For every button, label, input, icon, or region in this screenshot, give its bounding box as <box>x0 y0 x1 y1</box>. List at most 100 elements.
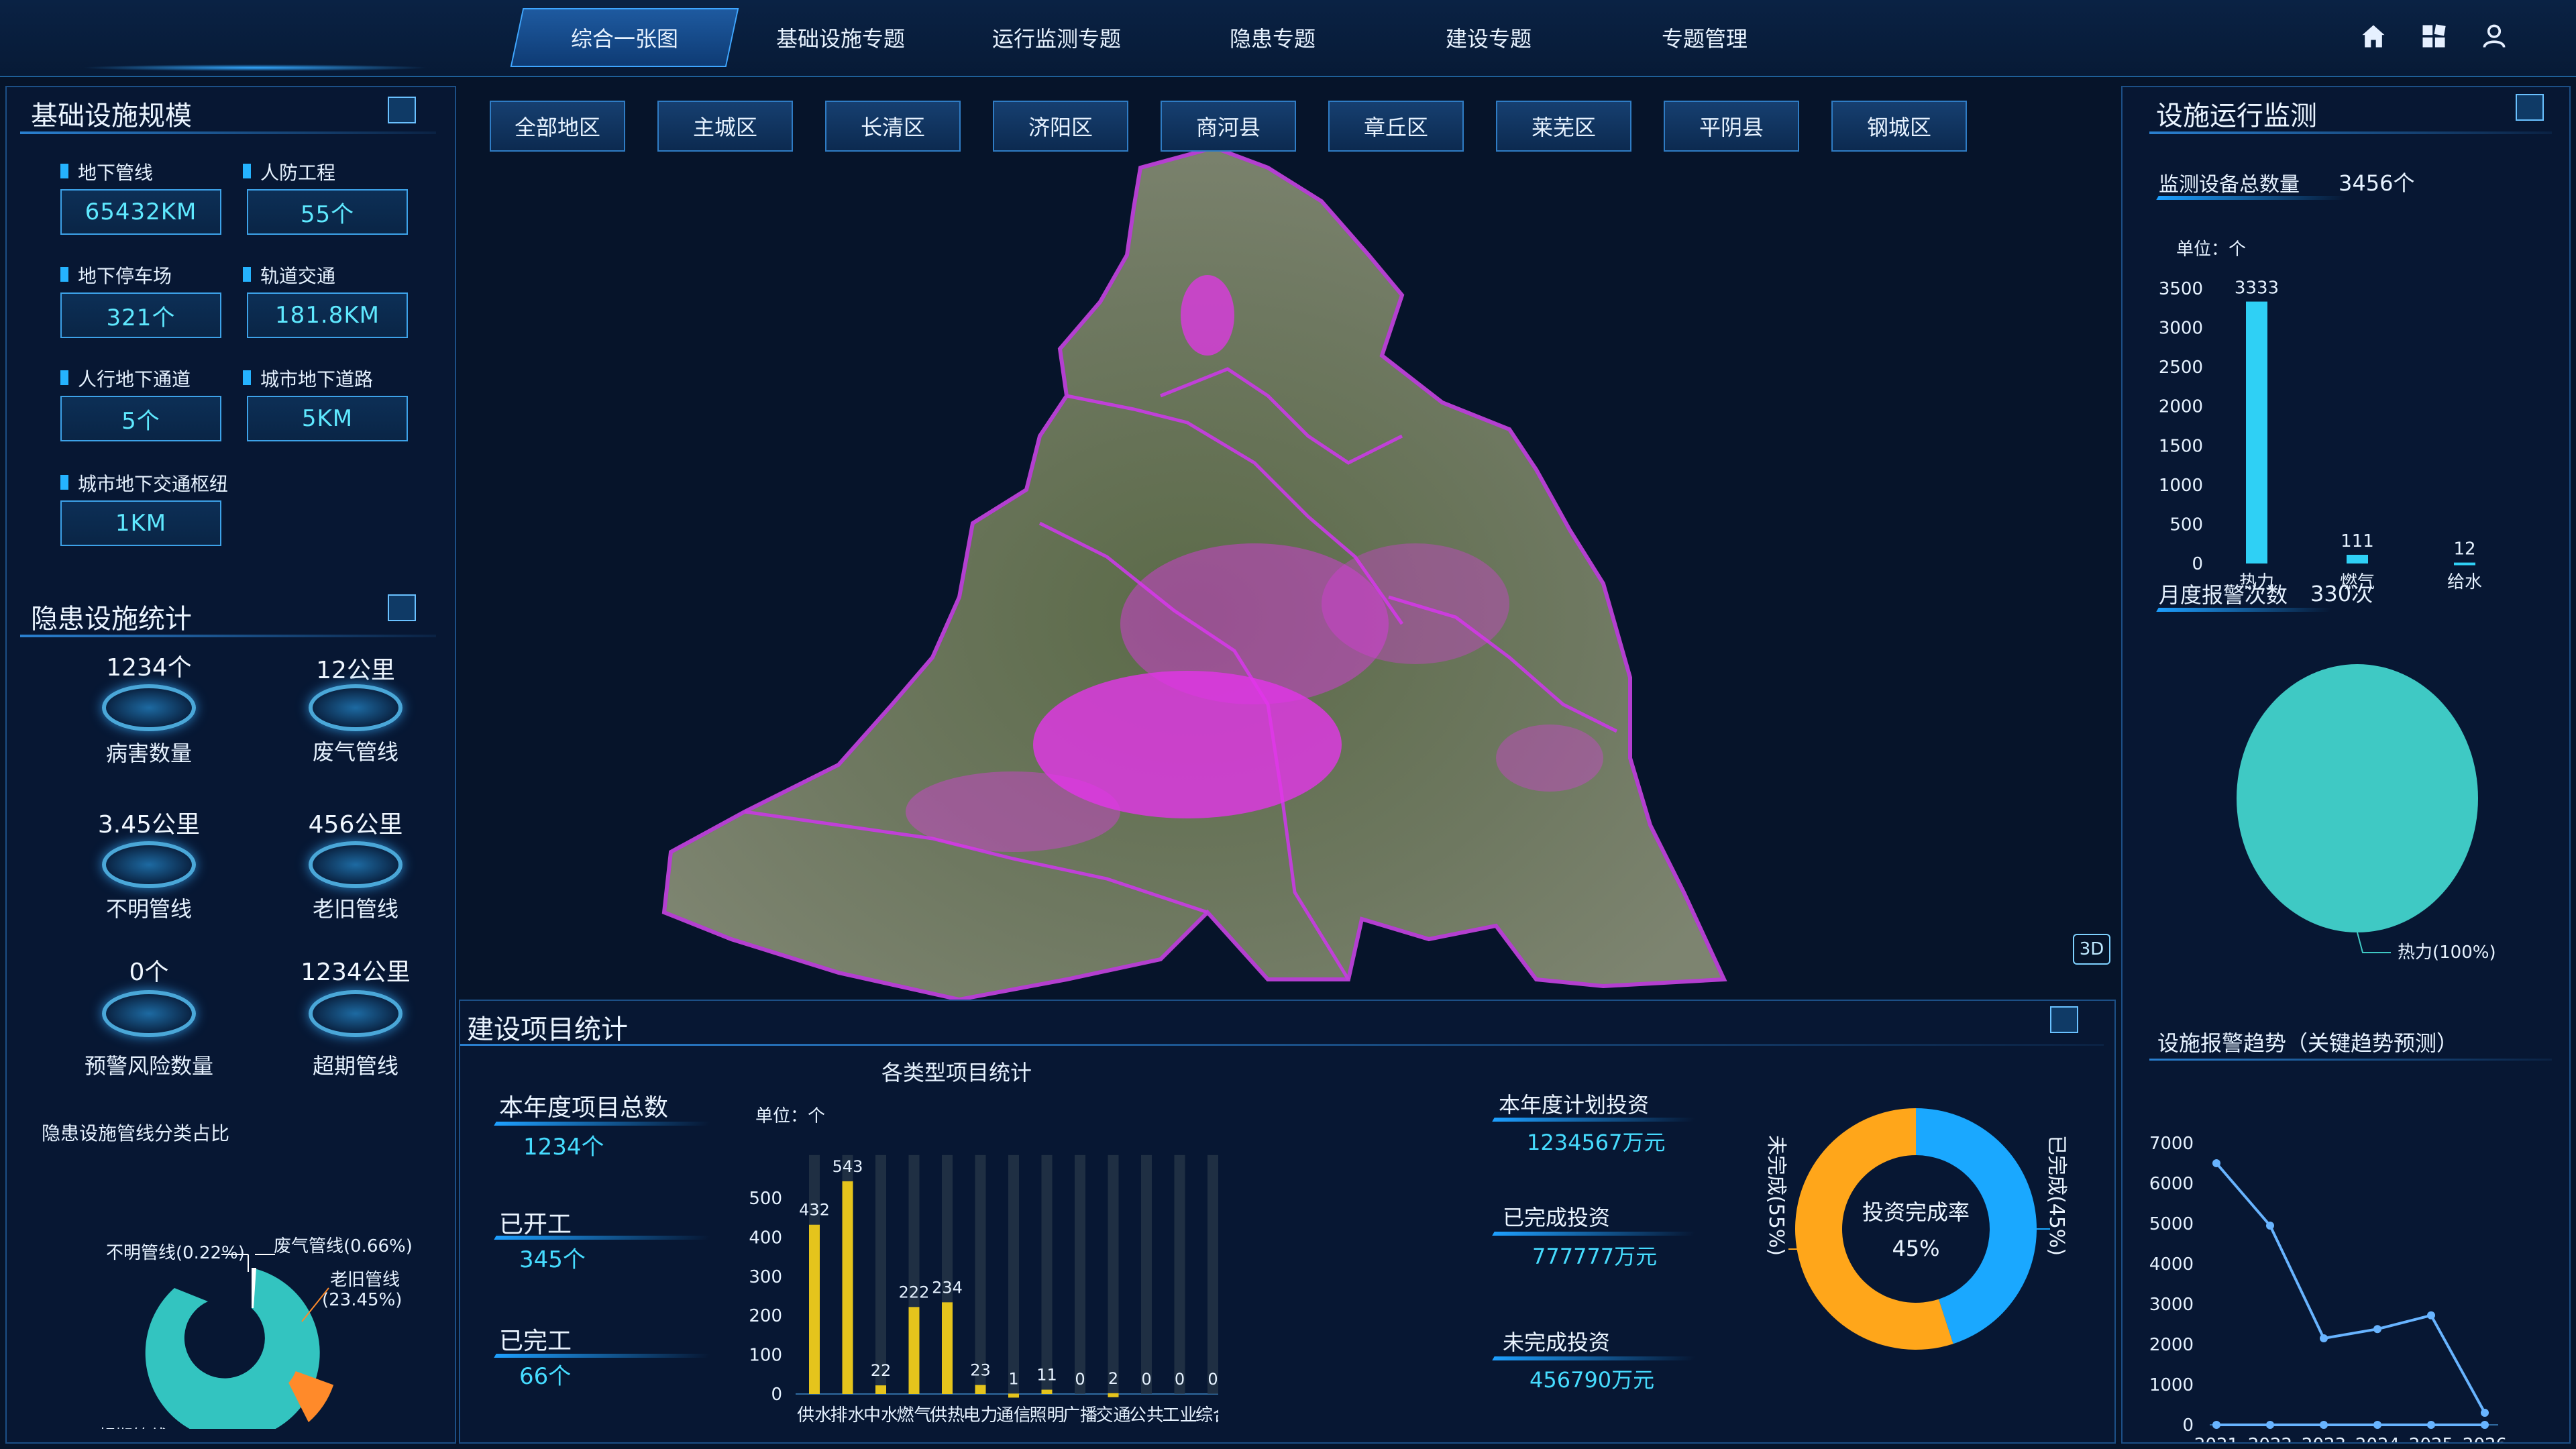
monitor-title: 设施运行监测 <box>2156 101 2317 131</box>
project-bar <box>1108 1393 1119 1397</box>
hazard-value: 3.45公里 <box>97 811 201 839</box>
bar-value-label: 543 <box>833 1157 863 1176</box>
y-tick-label: 2000 <box>2149 1335 2194 1355</box>
title-underline <box>20 635 436 637</box>
hazard-value: 1234公里 <box>301 959 411 986</box>
stat-label: 城市地下道路 <box>243 365 373 392</box>
trend-point <box>2212 1421 2220 1429</box>
filter-gangcheng[interactable]: 钢城区 <box>1831 101 1967 152</box>
filter-changqing[interactable]: 长清区 <box>825 101 961 152</box>
x-tick-label: 广播 <box>1063 1405 1097 1426</box>
y-tick-label: 5000 <box>2149 1214 2194 1234</box>
bar-track <box>1208 1155 1218 1394</box>
project-bar <box>975 1385 986 1394</box>
toggle-3d-button[interactable]: 3D <box>2073 934 2110 965</box>
left-panel: 基础设施规模 地下管线 65432KM 人防工程 55个 地下停车场 321个 … <box>5 86 456 1444</box>
pie-label: 热力(100%) <box>2398 943 2496 963</box>
tab-monitoring[interactable]: 运行监测专题 <box>949 8 1165 67</box>
bar-value-label: 0 <box>1075 1370 1085 1389</box>
tab-management[interactable]: 专题管理 <box>1597 8 1813 67</box>
title-underline <box>20 131 436 134</box>
bar-value-label: 0 <box>1141 1370 1151 1389</box>
investment-donut-chart: 投资完成率 45% 已完成(45%) 未完成(55%) <box>1764 1108 2068 1350</box>
hazard-ring-icon <box>102 684 196 731</box>
x-tick-label: 电力 <box>963 1405 998 1426</box>
started-value: 345个 <box>519 1246 586 1273</box>
hazard-value: 0个 <box>129 959 169 986</box>
city-map[interactable] <box>463 87 2113 1000</box>
grid-icon[interactable] <box>2419 21 2449 51</box>
pie-label-exhaust: 废气管线(0.66%) <box>274 1236 413 1256</box>
trend-point <box>2481 1409 2489 1417</box>
x-tick-label: 2021 <box>2194 1435 2239 1442</box>
y-tick-label: 4000 <box>2149 1254 2194 1275</box>
bar-track <box>1141 1155 1152 1394</box>
done-label: 已完工 <box>499 1328 572 1355</box>
top-glow <box>80 64 429 71</box>
filter-laiwu[interactable]: 莱芜区 <box>1496 101 1631 152</box>
x-tick-label: 综合 <box>1195 1405 1218 1426</box>
stat-label: 人行地下通道 <box>60 365 191 392</box>
pie-slice-overdue <box>145 1268 320 1429</box>
project-bar <box>875 1385 886 1394</box>
panel-toggle-icon[interactable] <box>2516 94 2544 121</box>
x-tick-label: 照明 <box>1029 1405 1064 1426</box>
stat-label: 地下停车场 <box>60 262 172 288</box>
label-underline <box>494 1236 711 1240</box>
filter-zhangqiu[interactable]: 章丘区 <box>1328 101 1464 152</box>
annual-total-value: 1234个 <box>523 1134 604 1161</box>
bar-track <box>1008 1155 1019 1394</box>
label-underline <box>1492 1232 1696 1236</box>
hazard-label: 不明管线 <box>105 896 192 922</box>
panel-toggle-icon[interactable] <box>388 97 416 123</box>
y-tick-label: 3000 <box>2159 319 2203 339</box>
bar-value-label: 11 <box>1036 1366 1057 1385</box>
hazard-ring-icon <box>309 841 402 888</box>
invested-label: 已完成投资 <box>1503 1205 1611 1230</box>
x-tick-label: 供热 <box>930 1405 965 1426</box>
x-tick-label: 通信 <box>996 1405 1031 1426</box>
panel-toggle-icon[interactable] <box>388 594 416 621</box>
donut-undone-label: 未完成(55%) <box>1764 1135 1788 1256</box>
tab-overview[interactable]: 综合一张图 <box>510 8 739 67</box>
filter-pingyin[interactable]: 平阴县 <box>1664 101 1799 152</box>
y-tick-label: 3500 <box>2159 279 2203 299</box>
label-underline <box>1492 1356 1696 1360</box>
filter-shanghe[interactable]: 商河县 <box>1161 101 1296 152</box>
hazard-ring-icon <box>309 684 402 731</box>
stat-label: 人防工程 <box>243 158 335 185</box>
home-icon[interactable] <box>2359 21 2388 51</box>
x-tick-label: 中水 <box>863 1405 898 1426</box>
invested-value: 777777万元 <box>1532 1244 1658 1269</box>
project-bar <box>908 1307 920 1394</box>
project-bar <box>809 1224 820 1394</box>
tab-label: 运行监测专题 <box>991 26 1121 52</box>
hazard-value: 1234个 <box>106 654 192 682</box>
bar-value-label: 222 <box>899 1283 930 1301</box>
plan-invest-value: 1234567万元 <box>1527 1130 1666 1155</box>
stat-label: 城市地下交通枢纽 <box>60 470 228 496</box>
user-icon[interactable] <box>2479 21 2509 51</box>
tab-label: 基础设施专题 <box>775 26 905 52</box>
stat-value: 65432KM <box>60 189 221 235</box>
tab-label: 建设专题 <box>1445 26 1532 52</box>
hazard-ring-icon <box>102 841 196 888</box>
tab-construction[interactable]: 建设专题 <box>1381 8 1597 67</box>
tab-hazard[interactable]: 隐患专题 <box>1165 8 1381 67</box>
trend-point <box>2427 1421 2435 1429</box>
filter-main[interactable]: 主城区 <box>657 101 793 152</box>
x-tick-label: 2023 <box>2302 1435 2346 1442</box>
tab-label: 专题管理 <box>1661 26 1748 52</box>
bar-track <box>1075 1155 1085 1394</box>
panel-toggle-icon[interactable] <box>2050 1006 2078 1033</box>
tab-label: 综合一张图 <box>570 26 678 52</box>
stat-value: 5KM <box>247 396 408 441</box>
y-tick-label: 500 <box>749 1189 782 1209</box>
donut-done-label: 已完成(45%) <box>2045 1135 2068 1256</box>
filter-all[interactable]: 全部地区 <box>490 101 625 152</box>
y-tick-label: 1000 <box>2159 476 2203 496</box>
bar-value-label: 234 <box>932 1278 963 1297</box>
tab-infrastructure[interactable]: 基础设施专题 <box>733 8 949 67</box>
y-tick-label: 7000 <box>2149 1134 2194 1154</box>
filter-jiyang[interactable]: 济阳区 <box>993 101 1128 152</box>
